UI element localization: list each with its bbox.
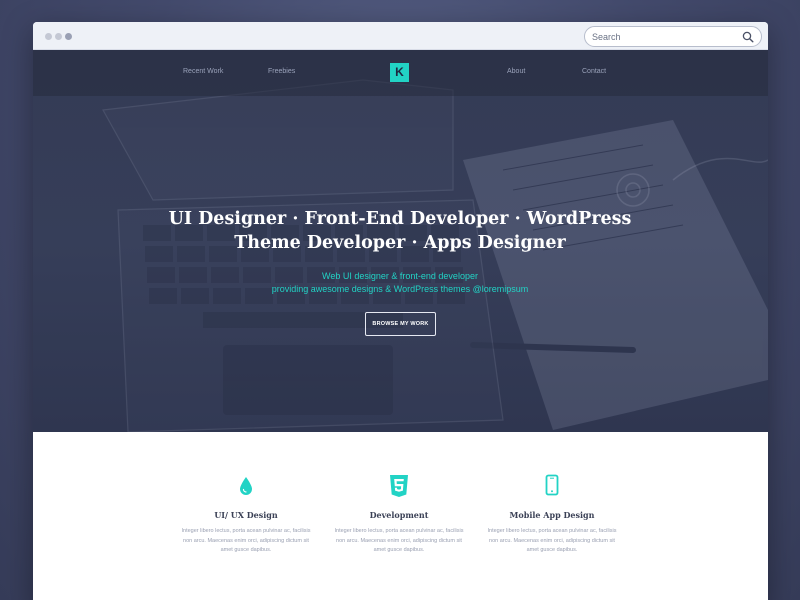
hero-subtitle: Web UI designer & front-end developer pr… bbox=[200, 270, 600, 296]
window-dot-icon[interactable] bbox=[65, 33, 72, 40]
window-dot-icon[interactable] bbox=[55, 33, 62, 40]
feature-description-line: amet gusce dapibus. bbox=[373, 547, 425, 553]
feature-description: Integer libero lectus, porta acean pulvi… bbox=[327, 527, 471, 556]
logo[interactable]: K bbox=[390, 63, 409, 82]
hero-subtitle-line: providing awesome designs & WordPress th… bbox=[271, 284, 529, 294]
feature-title: Mobile App Design bbox=[509, 510, 595, 520]
hero-title: UI Designer · Front-End Developer · Word… bbox=[168, 209, 632, 253]
search-bar[interactable] bbox=[584, 26, 762, 47]
feature-description: Integer libero lectus, porta acean pulvi… bbox=[480, 527, 624, 556]
feature-description-line: non arcu. Maecenas enim orci, adipiscing… bbox=[183, 537, 309, 544]
mobile-phone-icon bbox=[545, 474, 559, 496]
feature-description-line: Integer libero lectus, porta acean pulvi… bbox=[181, 528, 311, 534]
main-navbar: Recent Work Freebies K About Contact bbox=[33, 50, 768, 96]
hero-section: Recent Work Freebies K About Contact UI … bbox=[33, 50, 768, 432]
browse-my-work-button[interactable]: BROWSE MY WORK bbox=[365, 312, 436, 336]
nav-link-recent-work[interactable]: Recent Work bbox=[183, 68, 223, 75]
search-icon[interactable] bbox=[742, 31, 754, 43]
feature-title: UI/ UX Design bbox=[214, 510, 278, 520]
browser-toolbar bbox=[33, 22, 768, 50]
feature-description-line: amet gusce dapibus. bbox=[526, 547, 578, 553]
feature-description: Integer libero lectus, porta acean pulvi… bbox=[174, 527, 318, 556]
feature-description-line: non arcu. Maecenas enim orci, adipiscing… bbox=[489, 537, 615, 544]
drop-icon bbox=[240, 477, 252, 495]
feature-description-line: Integer libero lectus, porta acean pulvi… bbox=[334, 528, 464, 534]
feature-description-line: non arcu. Maecenas enim orci, adipiscing… bbox=[336, 537, 462, 544]
browser-window: Recent Work Freebies K About Contact UI … bbox=[33, 22, 768, 600]
feature-description-line: amet gusce dapibus. bbox=[220, 547, 272, 553]
nav-link-contact[interactable]: Contact bbox=[582, 68, 606, 75]
feature-description-line: Integer libero lectus, porta acean pulvi… bbox=[487, 528, 617, 534]
window-dot-icon[interactable] bbox=[45, 33, 52, 40]
nav-link-freebies[interactable]: Freebies bbox=[268, 68, 295, 75]
features-section: UI/ UX Design Integer libero lectus, por… bbox=[33, 432, 768, 600]
hero-subtitle-line: Web UI designer & front-end developer bbox=[322, 271, 478, 281]
html5-icon bbox=[390, 475, 408, 497]
feature-title: Development bbox=[369, 510, 429, 520]
search-input[interactable] bbox=[592, 29, 737, 44]
nav-link-about[interactable]: About bbox=[507, 68, 525, 75]
